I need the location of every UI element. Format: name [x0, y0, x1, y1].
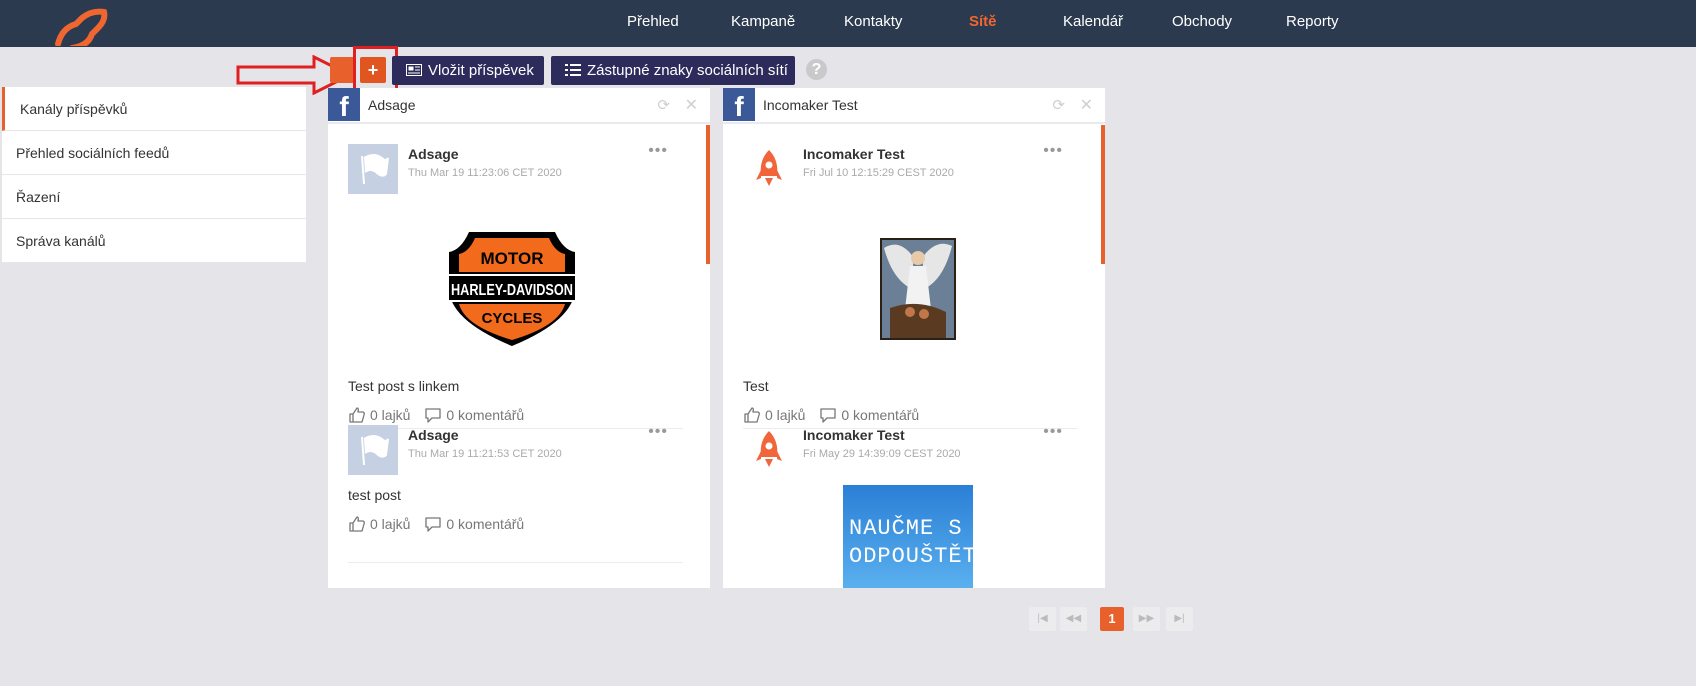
panel-header: f Adsage ⟳ ✕	[328, 88, 710, 124]
nav-item-site[interactable]: Sítě	[969, 13, 997, 30]
comment-button[interactable]: 0 komentářů	[424, 406, 524, 424]
svg-text:CYCLES: CYCLES	[482, 310, 543, 327]
feed-panel-adsage: f Adsage ⟳ ✕ Adsage Thu Mar 19 11:23:06 …	[328, 88, 710, 588]
post: Incomaker Test Fri Jul 10 12:15:29 CEST …	[743, 142, 1078, 429]
naucme-se-odpoustet-picture: NAUČME S ODPOUŠTĚT	[843, 485, 973, 588]
guardian-angel-picture	[880, 238, 956, 340]
like-button[interactable]: 0 lajků	[348, 406, 410, 424]
avatar	[348, 425, 398, 475]
thumbs-up-icon	[349, 407, 365, 423]
side-menu: Kanály příspěvků Přehled sociálních feed…	[2, 87, 306, 263]
like-button[interactable]: 0 lajků	[743, 406, 805, 424]
newspaper-icon	[406, 64, 422, 76]
post: Adsage Thu Mar 19 11:21:53 CET 2020 ••• …	[348, 423, 683, 585]
panel-title: Adsage	[368, 97, 416, 113]
nav-item-reporty[interactable]: Reporty	[1286, 13, 1339, 30]
sidebar-item-channel-management[interactable]: Správa kanálů	[2, 219, 306, 263]
post: Adsage Thu Mar 19 11:23:06 CET 2020 ••• …	[348, 142, 683, 429]
comment-icon	[425, 408, 442, 423]
post-author[interactable]: Incomaker Test	[803, 427, 905, 443]
nav-item-kontakty[interactable]: Kontakty	[844, 13, 902, 30]
nav-item-kalendar[interactable]: Kalendář	[1063, 13, 1123, 30]
post-author[interactable]: Adsage	[408, 427, 459, 443]
pagination-first-button[interactable]: |◀	[1029, 607, 1056, 631]
avatar	[348, 144, 398, 194]
post-date: Thu Mar 19 11:23:06 CET 2020	[408, 167, 562, 179]
likes-count: 0 lajků	[765, 407, 806, 423]
sidebar-item-post-channels[interactable]: Kanály příspěvků	[2, 87, 306, 131]
likes-count: 0 lajků	[370, 516, 411, 532]
post-date: Fri Jul 10 12:15:29 CEST 2020	[803, 167, 954, 179]
comments-count: 0 komentářů	[446, 407, 525, 423]
social-placeholders-label: Zástupné znaky sociálních sítí	[587, 62, 788, 79]
harley-davidson-logo: MOTOR HARLEY-DAVIDSON CYCLES	[447, 232, 577, 346]
comment-icon	[820, 408, 837, 423]
nav-item-prehled[interactable]: Přehled	[627, 13, 679, 30]
sidebar-item-sorting[interactable]: Řazení	[2, 175, 306, 219]
refresh-icon[interactable]: ⟳	[1052, 96, 1065, 114]
post-date: Fri May 29 14:39:09 CEST 2020	[803, 448, 961, 460]
help-icon[interactable]: ?	[806, 59, 827, 80]
post-stats: 0 lajků 0 komentářů	[743, 406, 929, 427]
social-placeholders-button[interactable]: Zástupné znaky sociálních sítí	[551, 56, 795, 85]
pagination-next-button[interactable]: ▶▶	[1133, 607, 1160, 631]
refresh-icon[interactable]: ⟳	[657, 96, 670, 114]
comments-count: 0 komentářů	[446, 516, 525, 532]
pagination-current-page[interactable]: 1	[1100, 607, 1124, 631]
more-options-icon[interactable]: •••	[1043, 423, 1063, 441]
top-navigation-bar: Přehled Kampaně Kontakty Sítě Kalendář O…	[0, 0, 1696, 47]
rocket-avatar-icon	[756, 431, 782, 467]
comments-count: 0 komentářů	[841, 407, 920, 423]
likes-count: 0 lajků	[370, 407, 411, 423]
post-stats: 0 lajků 0 komentářů	[348, 406, 534, 427]
post-author[interactable]: Incomaker Test	[803, 146, 905, 162]
post-author[interactable]: Adsage	[408, 146, 459, 162]
panel-body: Incomaker Test Fri Jul 10 12:15:29 CEST …	[723, 124, 1105, 588]
more-options-icon[interactable]: •••	[1043, 142, 1063, 160]
rocket-avatar-icon	[756, 150, 782, 186]
post-date: Thu Mar 19 11:21:53 CET 2020	[408, 448, 562, 460]
feed-panel-incomaker-test: f Incomaker Test ⟳ ✕ Incomaker Test Fri …	[723, 88, 1105, 588]
flag-icon	[361, 154, 389, 185]
close-icon[interactable]: ✕	[1080, 95, 1093, 115]
more-options-icon[interactable]: •••	[648, 142, 668, 160]
panel-title: Incomaker Test	[763, 97, 858, 113]
sidebar-item-social-feeds-overview[interactable]: Přehled sociálních feedů	[2, 131, 306, 175]
flag-icon	[361, 435, 389, 466]
facebook-icon: f	[723, 88, 755, 122]
thumbs-up-icon	[744, 407, 760, 423]
like-button[interactable]: 0 lajků	[348, 515, 410, 533]
svg-text:HARLEY-DAVIDSON: HARLEY-DAVIDSON	[451, 282, 573, 299]
pagination-prev-button[interactable]: ◀◀	[1060, 607, 1087, 631]
post-text: Test	[743, 378, 769, 394]
svg-text:MOTOR: MOTOR	[481, 249, 544, 268]
thumbs-up-icon	[349, 516, 365, 532]
post-divider	[348, 562, 683, 563]
comment-icon	[425, 517, 442, 532]
list-icon	[565, 64, 581, 76]
pagination-last-button[interactable]: ▶|	[1166, 607, 1193, 631]
panel-body: Adsage Thu Mar 19 11:23:06 CET 2020 ••• …	[328, 124, 710, 588]
nav-item-kampane[interactable]: Kampaně	[731, 13, 795, 30]
panel-header: f Incomaker Test ⟳ ✕	[723, 88, 1105, 124]
post-stats: 0 lajků 0 komentářů	[348, 515, 534, 536]
insert-post-label: Vložit příspěvek	[428, 62, 534, 79]
post-text: Test post s linkem	[348, 378, 460, 394]
comment-button[interactable]: 0 komentářů	[424, 515, 524, 533]
rocket-logo-icon[interactable]	[52, 6, 116, 46]
nav-item-obchody[interactable]: Obchody	[1172, 13, 1232, 30]
insert-post-button[interactable]: Vložit příspěvek	[392, 56, 544, 85]
facebook-icon: f	[328, 88, 360, 122]
more-options-icon[interactable]: •••	[648, 423, 668, 441]
post-text: test post	[348, 487, 401, 503]
close-icon[interactable]: ✕	[685, 95, 698, 115]
comment-button[interactable]: 0 komentářů	[819, 406, 919, 424]
post: Incomaker Test Fri May 29 14:39:09 CEST …	[743, 423, 1078, 588]
